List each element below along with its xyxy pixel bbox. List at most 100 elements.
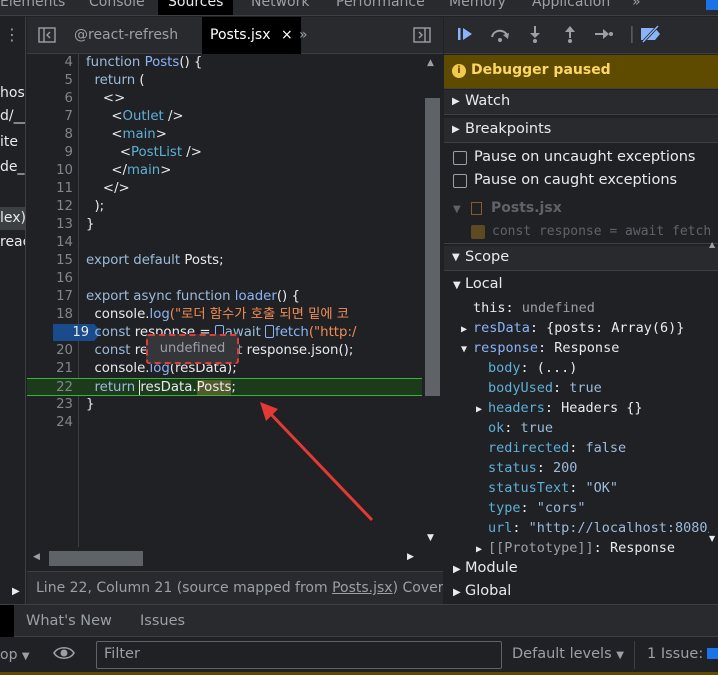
tab-performance[interactable]: Performance — [336, 0, 425, 10]
code-token-hovered[interactable]: Posts — [196, 380, 232, 395]
live-expression-eye-icon[interactable] — [53, 645, 75, 661]
section-scope[interactable]: ▼ Scope — [444, 246, 718, 271]
scope-property[interactable]: ▶ headers: Headers {} — [476, 398, 642, 418]
tab-console[interactable]: Console — [89, 0, 145, 10]
line-number[interactable]: 4 — [27, 54, 73, 72]
line-number[interactable]: 20 — [27, 342, 73, 360]
code-line[interactable]: 9 <PostList /> — [27, 144, 422, 162]
code-line[interactable]: 17 export async function loader() { — [27, 288, 422, 306]
code-line[interactable]: 10 </main> — [27, 162, 422, 180]
editor-horizontal-scrollbar[interactable]: ◀ ▶ — [27, 548, 422, 570]
property-value[interactable]: (...) — [537, 360, 578, 376]
code-line[interactable]: 15 export default Posts; — [27, 252, 422, 270]
scope-property[interactable]: redirected: false — [488, 438, 626, 458]
collapse-triangle-icon[interactable]: ▼ — [453, 204, 461, 215]
resume-icon[interactable] — [456, 25, 476, 47]
line-number[interactable]: 12 — [27, 198, 73, 216]
section-watch[interactable]: ▶ Watch — [444, 90, 718, 115]
tab-issues[interactable]: Issues — [140, 613, 185, 629]
code-line[interactable]: 8 <main> — [27, 126, 422, 144]
scroll-right-icon[interactable]: ▶ — [12, 586, 20, 597]
navigator-item-selected[interactable]: lex) — [0, 207, 25, 230]
line-number[interactable]: 9 — [27, 144, 73, 162]
tab-whats-new[interactable]: What's New — [26, 613, 112, 629]
navigator-item[interactable]: ite — [0, 134, 18, 150]
more-editor-tabs-icon[interactable]: » — [299, 27, 308, 43]
code-line[interactable]: 11 </> — [27, 180, 422, 198]
line-number[interactable]: 21 — [27, 360, 73, 378]
deactivate-breakpoints-icon[interactable] — [639, 24, 663, 47]
breakpoint-code[interactable]: const response = await fetch — [492, 224, 711, 239]
navigator-item[interactable]: host: — [0, 85, 25, 101]
navigator-item[interactable]: react- — [0, 234, 25, 250]
scope-property[interactable]: url: "http://localhost:8080/ — [488, 518, 709, 538]
step-over-icon[interactable] — [489, 25, 511, 47]
inline-breakpoint-icon[interactable] — [265, 325, 275, 338]
code-line[interactable]: 4 function Posts() { — [27, 54, 422, 72]
drawer-active-tab[interactable] — [0, 605, 14, 637]
scroll-down-icon[interactable]: ▼ — [709, 534, 715, 543]
close-tab-icon[interactable]: × — [281, 27, 293, 43]
code-line[interactable]: 18 console.log("로더 함수가 호출 되면 밑에 코 — [27, 306, 422, 324]
line-number[interactable]: 23 — [27, 396, 73, 414]
expand-triangle-icon[interactable]: ▶ — [476, 540, 488, 560]
expand-triangle-icon[interactable]: ▶ — [476, 400, 488, 420]
scope-property[interactable]: body: (...) — [488, 358, 577, 378]
breakpoint-file-group[interactable]: ▼ Posts.jsx const response = await fetch — [444, 196, 718, 244]
toggle-debugger-icon[interactable] — [413, 27, 431, 47]
collapse-triangle-icon[interactable]: ▼ — [461, 340, 473, 360]
pause-uncaught-checkbox[interactable] — [453, 151, 467, 165]
scope-module[interactable]: ▶ Module — [453, 560, 518, 582]
scroll-down-icon[interactable]: ▼ — [427, 533, 434, 543]
line-number[interactable]: 16 — [27, 270, 73, 288]
source-map-link[interactable]: Posts.jsx — [332, 580, 393, 596]
breakpoint-checkbox[interactable] — [471, 225, 485, 239]
line-number[interactable]: 18 — [27, 306, 73, 324]
scope-property[interactable]: bodyUsed: true — [488, 378, 602, 398]
console-filter-input[interactable]: Filter — [96, 641, 502, 669]
line-number[interactable]: 17 — [27, 288, 73, 306]
scope-property[interactable]: ▼ response: Response — [461, 338, 619, 358]
editor-vertical-scrollbar[interactable]: ▲ ▼ — [422, 54, 443, 547]
code-line-current[interactable]: 22 return resData.Posts; — [27, 378, 422, 396]
scroll-up-icon[interactable]: ▲ — [427, 58, 434, 68]
line-number[interactable]: 14 — [27, 234, 73, 252]
scope-property[interactable]: type: "cors" — [488, 498, 586, 518]
line-number[interactable]: 22 — [27, 379, 73, 397]
tab-sources[interactable]: Sources — [158, 0, 234, 15]
code-line[interactable]: 5 return ( — [27, 72, 422, 90]
tab-memory[interactable]: Memory — [449, 0, 506, 10]
toggle-navigator-icon[interactable] — [38, 27, 56, 47]
line-number[interactable]: 13 — [27, 216, 73, 234]
more-tabs-icon[interactable]: » — [632, 0, 641, 10]
pause-caught-checkbox[interactable] — [453, 174, 467, 188]
step-out-icon[interactable] — [562, 25, 578, 47]
step-into-icon[interactable] — [527, 25, 543, 47]
line-number[interactable]: 10 — [27, 162, 73, 180]
log-levels-dropdown[interactable]: Default levels ▼ — [512, 646, 624, 662]
tab-network[interactable]: Network — [251, 0, 309, 10]
line-number[interactable]: 7 — [27, 108, 73, 126]
scope-property[interactable]: statusText: "OK" — [488, 478, 618, 498]
code-line[interactable]: 14 — [27, 234, 422, 252]
line-number[interactable]: 8 — [27, 126, 73, 144]
scope-property[interactable]: ok: true — [488, 418, 553, 438]
editor-tab-react-refresh[interactable]: @react-refresh — [74, 27, 178, 43]
scope-global[interactable]: ▶ Global — [453, 583, 511, 605]
scope-local[interactable]: ▼ Local — [453, 276, 503, 298]
navigator-item[interactable]: de_m — [0, 159, 25, 175]
line-number[interactable]: 11 — [27, 180, 73, 198]
scope-property[interactable]: ▶ resData: {posts: Array(6)} — [461, 318, 684, 338]
tab-application[interactable]: Application — [532, 0, 610, 10]
tab-elements[interactable]: Elements — [0, 0, 65, 10]
code-line[interactable]: 13} — [27, 216, 422, 234]
context-selector[interactable]: op ▼ — [0, 647, 30, 663]
scroll-up-icon[interactable]: ▲ — [709, 240, 715, 249]
editor-tab-posts[interactable]: Posts.jsx × — [202, 17, 301, 54]
line-number[interactable]: 15 — [27, 252, 73, 270]
line-number[interactable]: 5 — [27, 72, 73, 90]
kebab-menu-icon[interactable]: ⋮ — [4, 27, 20, 43]
pause-uncaught-option[interactable]: Pause on uncaught exceptions — [444, 147, 718, 170]
pause-caught-option[interactable]: Pause on caught exceptions — [444, 170, 718, 193]
line-number[interactable]: 24 — [27, 414, 73, 432]
